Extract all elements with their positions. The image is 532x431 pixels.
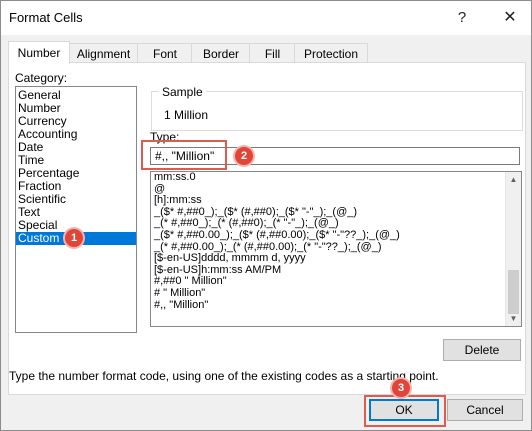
format-cells-dialog: Format Cells ? ✕ Number Alignment Font B… <box>0 0 532 431</box>
scroll-up-icon[interactable]: ▲ <box>506 172 521 187</box>
callout-badge-1: 1 <box>65 229 83 247</box>
help-icon[interactable]: ? <box>449 5 475 29</box>
callout-badge-3: 3 <box>392 379 410 397</box>
tab-font[interactable]: Font <box>137 43 193 63</box>
hint-text: Type the number format code, using one o… <box>9 369 439 383</box>
dialog-title: Format Cells <box>9 10 83 25</box>
tab-number[interactable]: Number <box>8 41 70 64</box>
format-code-item[interactable]: _($* #,##0.00_);_($* (#,##0.00);_($* "-"… <box>151 229 521 242</box>
title-bar: Format Cells ? ✕ <box>1 1 531 35</box>
callout-badge-2: 2 <box>235 147 253 165</box>
type-input-highlight <box>141 140 227 170</box>
scroll-down-icon[interactable]: ▼ <box>506 311 521 326</box>
format-code-item[interactable]: # " Million" <box>151 287 521 300</box>
format-list-scrollbar[interactable]: ▲ ▼ <box>505 172 521 326</box>
format-code-item[interactable]: mm:ss.0 <box>151 172 521 184</box>
sample-legend: Sample <box>159 85 206 99</box>
tab-protection[interactable]: Protection <box>294 43 368 63</box>
category-label: Category: <box>15 71 68 85</box>
sample-value: 1 Million <box>164 108 209 122</box>
ok-button-highlight <box>364 395 446 427</box>
format-code-list[interactable]: mm:ss.0 @ [h]:mm:ss _($* #,##0_);_($* (#… <box>150 171 522 327</box>
cancel-button[interactable]: Cancel <box>447 399 523 421</box>
close-icon[interactable]: ✕ <box>497 5 523 29</box>
delete-button[interactable]: Delete <box>443 339 521 361</box>
format-code-item[interactable]: #,##0 " Million" <box>151 276 521 288</box>
scroll-thumb[interactable] <box>508 270 519 314</box>
tab-border[interactable]: Border <box>191 43 251 63</box>
format-code-item-selected[interactable]: #,, "Million" <box>151 299 521 312</box>
format-code-item[interactable]: @ <box>151 183 521 196</box>
format-code-item[interactable]: [$-en-US]dddd, mmmm d, yyyy <box>151 253 521 265</box>
tab-fill[interactable]: Fill <box>249 43 296 63</box>
category-list[interactable]: General Number Currency Accounting Date … <box>15 86 137 333</box>
number-tab-panel: Category: General Number Currency Accoun… <box>8 62 526 395</box>
tab-alignment[interactable]: Alignment <box>68 43 139 63</box>
